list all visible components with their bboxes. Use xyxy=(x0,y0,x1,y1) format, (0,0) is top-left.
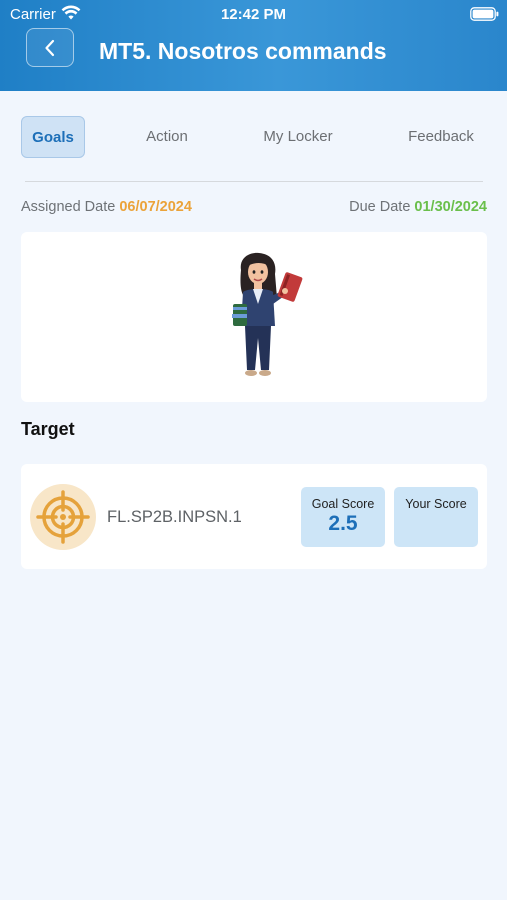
back-button[interactable] xyxy=(26,28,74,67)
clock: 12:42 PM xyxy=(220,6,287,23)
target-icon xyxy=(36,490,90,544)
goal-score-value: 2.5 xyxy=(328,512,358,535)
tab-divider xyxy=(25,181,483,182)
tab-bar: Goals Action My Locker Feedback xyxy=(21,116,487,158)
tab-feedback[interactable]: Feedback xyxy=(400,116,482,158)
target-section-title: Target xyxy=(21,419,75,439)
your-score-box[interactable]: Your Score xyxy=(394,487,478,547)
tab-my-locker[interactable]: My Locker xyxy=(255,116,341,158)
due-date-label: Due Date xyxy=(349,199,411,215)
tab-action[interactable]: Action xyxy=(134,116,200,158)
goal-image-card xyxy=(21,232,487,402)
date-row: Assigned Date 06/07/2024 Due Date 01/30/… xyxy=(21,199,487,219)
assigned-date: Assigned Date 06/07/2024 xyxy=(21,199,192,215)
status-bar: Carrier 12:42 PM xyxy=(0,0,507,28)
target-icon-badge xyxy=(30,484,96,550)
due-date: Due Date 01/30/2024 xyxy=(349,199,487,215)
page-title: MT5. Nosotros commands xyxy=(99,38,387,64)
assigned-date-value: 06/07/2024 xyxy=(119,199,192,215)
assigned-date-label: Assigned Date xyxy=(21,199,116,215)
app-header: Carrier 12:42 PM MT5. Nosotros commands xyxy=(0,0,507,91)
target-code: FL.SP2B.INPSN.1 xyxy=(107,508,242,526)
goal-score-box: Goal Score 2.5 xyxy=(301,487,385,547)
tab-goals[interactable]: Goals xyxy=(21,116,85,158)
teacher-avatar-illustration xyxy=(232,252,303,376)
your-score-label: Your Score xyxy=(405,497,467,511)
goal-score-label: Goal Score xyxy=(311,497,375,511)
battery-icon xyxy=(470,7,499,21)
chevron-left-icon xyxy=(45,39,55,56)
target-card[interactable]: FL.SP2B.INPSN.1 Goal Score 2.5 Your Scor… xyxy=(21,464,487,569)
due-date-value: 01/30/2024 xyxy=(414,199,487,215)
